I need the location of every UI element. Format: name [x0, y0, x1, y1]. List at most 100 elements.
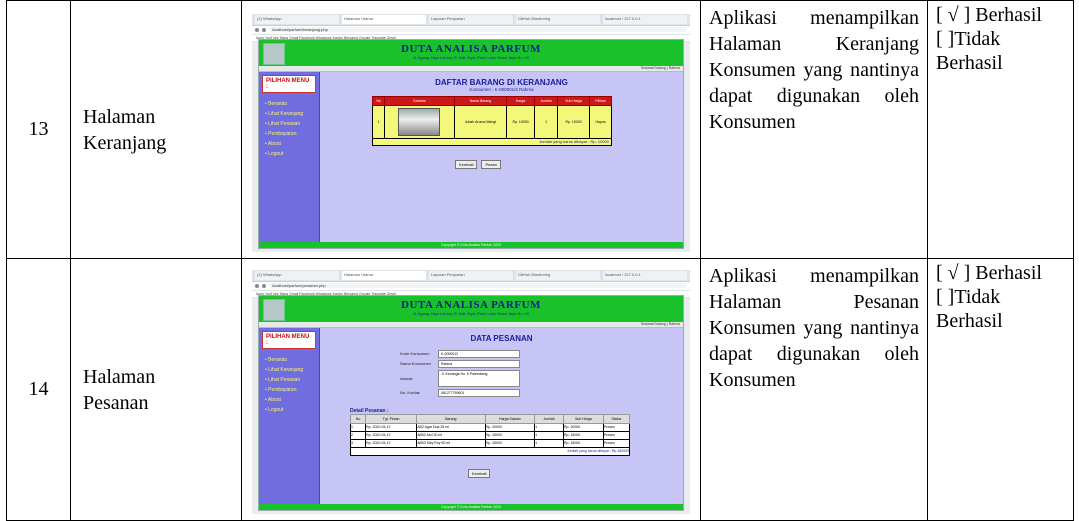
pesan-button: Pesan [481, 159, 501, 169]
site-header: DUTA ANALISA PARFUM Jl. Agung Jaya Loron… [259, 39, 683, 66]
site-header: DUTA ANALISA PARFUM Jl. Agung Jaya Loron… [259, 295, 683, 322]
cart-cell: Hapus [589, 104, 612, 139]
cart-cell: Rp. 10000 [506, 104, 535, 139]
site-subtitle: Jl. Agung Jaya Lorong Jl. Kali Jaya, Ruk… [412, 310, 530, 316]
browser-tab: Halaman Utama [342, 270, 426, 280]
screenshot-cart-page: (2) WhatsApp Halaman Utama Laporan Penju… [252, 13, 690, 252]
result-fail: [ ]Tidak Berhasil [936, 28, 1003, 74]
cart-title: DAFTAR BARANG DI KERANJANG [435, 77, 568, 87]
reload-icon [262, 27, 266, 32]
address-bar: localhost/parfum/keranjang.php [252, 25, 690, 35]
result-fail: [ ]Tidak Berhasil [936, 286, 1003, 332]
detail-cell: Rp. 2020-03-12 [365, 430, 418, 440]
menu-heading: PILIHAN MENU : [262, 74, 316, 93]
cart-row: 1 Jubah Aroma Wangi Rp. 10000 1 Rp. 1000… [371, 104, 612, 139]
form-value: Jl. Kenanga No. 5 Palembang [438, 369, 520, 387]
browser-tab: (2) WhatsApp [255, 270, 339, 280]
detail-cell: Proses [602, 422, 631, 432]
detail-cell: Rp. 15000 [563, 438, 604, 448]
menu-item-logout: Logout [259, 405, 319, 415]
cart-buttons: Kembali Pesan [455, 159, 501, 169]
table-row: 14 Halaman Pesanan (2) WhatsApp Halaman … [6, 258, 1074, 521]
cart-cell: Rp. 10000 [557, 104, 591, 139]
detail-cell: 2 [349, 430, 367, 440]
site-body: PILIHAN MENU : Beranda Lihat Keranjang L… [259, 71, 683, 242]
detail-cell: Rp. 15000 [563, 430, 604, 440]
perfume-image [398, 107, 441, 136]
back-icon [255, 283, 259, 288]
result-success: [ √ ] Berhasil [936, 262, 1042, 284]
order-form: Kode Konsumen K-0000012 Nama Konsumen Ra… [400, 349, 520, 399]
detail-header: Jumlah [534, 413, 565, 424]
main-content: DATA PESANAN Kode Konsumen K-0000012 Nam… [320, 327, 683, 504]
page-name-line: Keranjang [83, 131, 167, 154]
result-cell: [ √ ] Berhasil [ ]Tidak Berhasil [927, 258, 1074, 521]
detail-row: 1 Rp. 2020-03-12 AB2 Agar Dua 25 ml Rp. … [349, 422, 631, 432]
site-logo [263, 42, 285, 65]
main-content: DAFTAR BARANG DI KERANJANG Konsumen : K-… [320, 71, 683, 242]
detail-header: Sub Harga [563, 413, 604, 424]
page-name-cell: Halaman Keranjang [70, 0, 242, 259]
cart-cell: 1 [371, 104, 386, 139]
cart-header: No [371, 95, 386, 106]
detail-cell: Rp. 15000 [484, 438, 536, 448]
site-title: DUTA ANALISA PARFUM [401, 42, 541, 55]
side-menu: PILIHAN MENU : Beranda Lihat Keranjang L… [259, 327, 320, 504]
detail-row: 2 Rp. 2020-03-12 AB02 Asri 30 ml Rp. 150… [349, 430, 631, 440]
menu-item-beranda: Beranda [259, 355, 319, 365]
cart-header: Sub Harga [557, 95, 591, 106]
test-table: 1 3 Halaman Keranjang (2) WhatsApp Halama… [6, 0, 1074, 521]
site-footer: Copyright © Duta Analisa Parfum 2020 [259, 241, 683, 248]
address-bar: localhost/parfum/pesanan.php [252, 281, 690, 291]
detail-cell: 1 [534, 422, 565, 432]
menu-heading: PILIHAN MENU : [262, 330, 316, 349]
detail-cell: Proses [602, 438, 631, 448]
cart-header: Harga [506, 95, 535, 106]
description-text: Aplikasi menampilkan Halaman Pesanan Kon… [709, 265, 919, 391]
kembali-button-wrap: Kembali [468, 462, 491, 480]
form-value: Rahma [438, 359, 520, 368]
form-label: Kode Konsumen [400, 351, 430, 356]
website: DUTA ANALISA PARFUM Jl. Agung Jaya Loron… [258, 38, 684, 249]
form-label: Alamat [400, 375, 413, 381]
cart-header: Nama Barang [453, 95, 508, 106]
menu-item-logout: Logout [259, 149, 319, 159]
detail-total: Jumlah yang harus dibayar : Rp.160000 [350, 446, 630, 456]
browser-tab: localhost / 127.0.0.1 [603, 14, 687, 24]
url-field: localhost/parfum/pesanan.php [269, 283, 687, 288]
back-icon [255, 27, 259, 32]
cart-header: Gambar [384, 95, 455, 106]
detail-caption: Detail Pesanan : [350, 407, 389, 414]
detail-header: Barang [416, 413, 486, 424]
menu-item-pembayaran: Pembayaran [259, 385, 319, 395]
detail-cell: AB03 Kiky Roy 50 ml [416, 438, 486, 448]
page-name-line: Halaman [83, 365, 156, 388]
browser-tab: GitHub Monitoring [516, 14, 600, 24]
page-name-cell: Halaman Pesanan [70, 258, 242, 521]
description-cell: Aplikasi menampilkan Halaman Pesanan Kon… [700, 258, 928, 521]
cart-table: No Gambar Nama Barang Harga Jumlah Sub H… [371, 95, 612, 146]
detail-row: 3 Rp. 2020-03-12 AB03 Kiky Roy 50 ml Rp.… [349, 438, 631, 448]
detail-cell: 1 [534, 430, 565, 440]
menu-item-beranda: Beranda [259, 99, 319, 109]
form-row: No. Kontak 081277789901 [400, 388, 520, 397]
kembali-button: Kembali [455, 159, 478, 169]
screenshot-cell: (2) WhatsApp Halaman Utama Laporan Penju… [241, 258, 701, 521]
detail-cell: 1 [349, 422, 367, 432]
page-name-line: Halaman [83, 105, 156, 128]
cart-image-cell [384, 104, 455, 139]
site-logo [263, 298, 285, 321]
detail-cell: AB2 Agar Dua 25 ml [416, 422, 486, 432]
menu-item-about: About [259, 395, 319, 405]
detail-cell: Rp. 2020-03-12 [365, 438, 418, 448]
detail-cell: Rp. 20000 [484, 422, 536, 432]
menu-item-pesanan: Lihat Pesanan [259, 375, 319, 385]
menu-item-keranjang: Lihat Keranjang [259, 109, 319, 119]
browser-tab: GitHub Monitoring [516, 270, 600, 280]
site-footer: Copyright © Duta Analisa Parfum 2020 [259, 503, 683, 510]
site-title: DUTA ANALISA PARFUM [401, 298, 541, 311]
side-menu: PILIHAN MENU : Beranda Lihat Keranjang L… [259, 71, 320, 242]
menu-item-pesanan: Lihat Pesanan [259, 119, 319, 129]
detail-header: Status [602, 413, 631, 424]
detail-cell: 3 [349, 438, 367, 448]
